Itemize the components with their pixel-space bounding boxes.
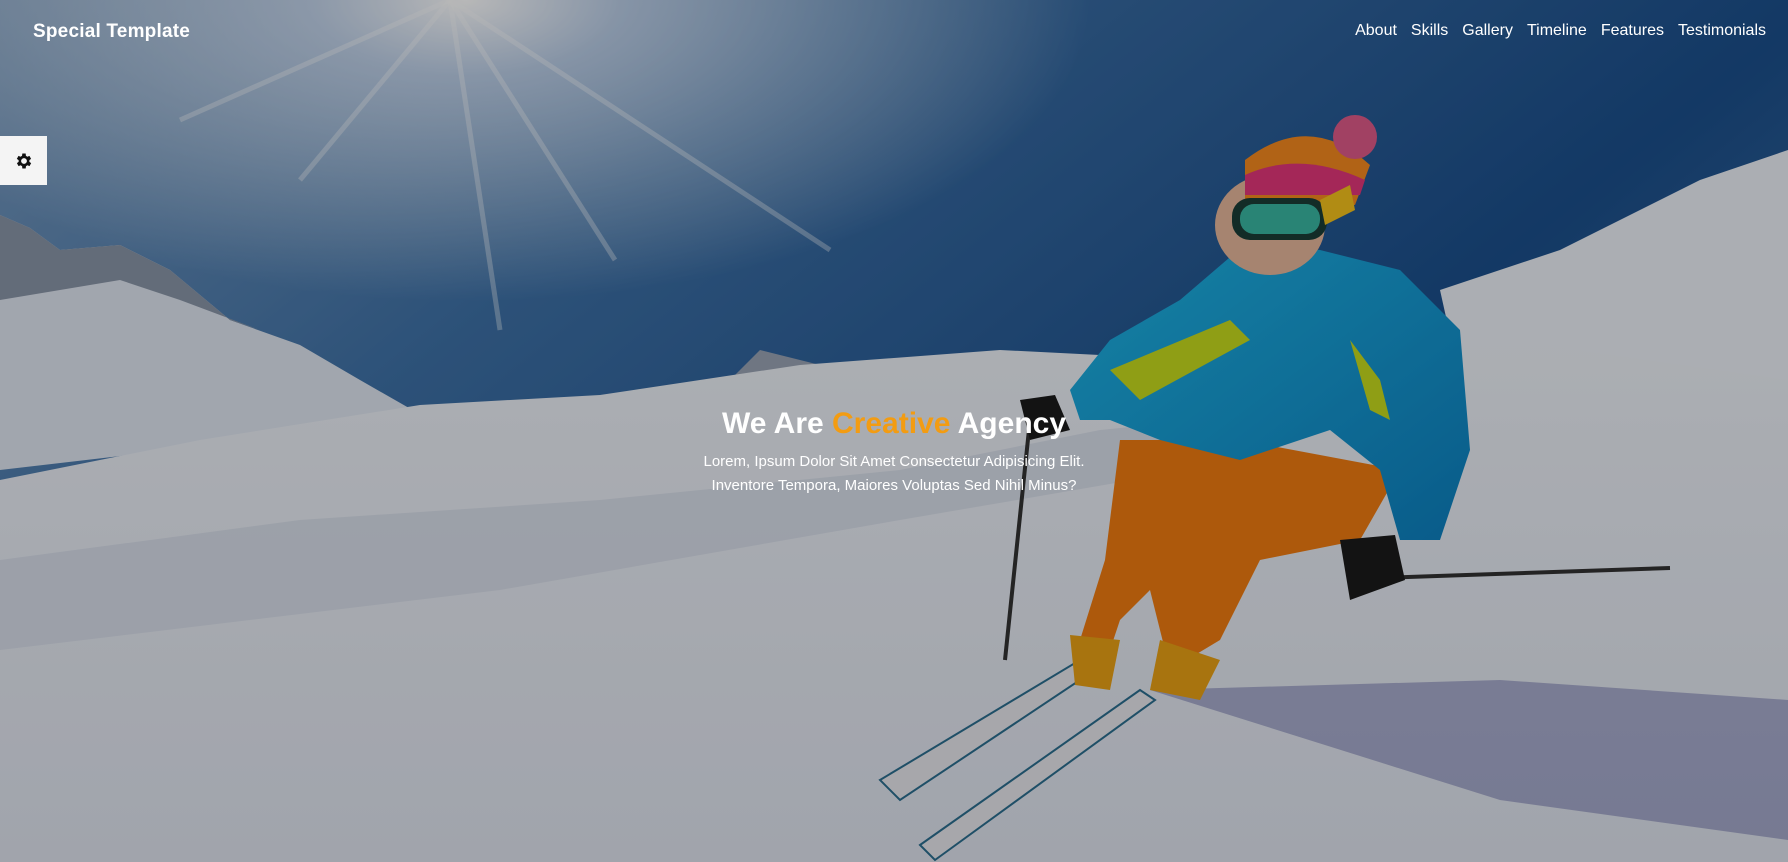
hero-title-accent: Creative — [832, 407, 951, 440]
hero-intro: We Are Creative Agency Lorem, Ipsum Dolo… — [594, 404, 1194, 498]
nav-item-testimonials[interactable]: Testimonials — [1678, 22, 1766, 40]
hero-title-after: Agency — [950, 407, 1067, 440]
nav-item-about[interactable]: About — [1355, 22, 1397, 40]
nav-item-gallery[interactable]: Gallery — [1462, 22, 1513, 40]
main-nav: About Skills Gallery Timeline Features T… — [1341, 22, 1766, 40]
hero-title: We Are Creative Agency — [594, 404, 1194, 444]
site-header: Special Template About Skills Gallery Ti… — [0, 0, 1788, 66]
gear-icon — [16, 153, 31, 168]
settings-toggle-button[interactable] — [0, 136, 47, 185]
hero-title-before: We Are — [721, 407, 833, 440]
nav-item-timeline[interactable]: Timeline — [1527, 22, 1587, 40]
site-logo[interactable]: Special Template — [33, 21, 190, 43]
hero-description: Lorem, Ipsum Dolor Sit Amet Consectetur … — [703, 453, 1085, 494]
nav-item-skills[interactable]: Skills — [1411, 22, 1448, 40]
nav-item-features[interactable]: Features — [1601, 22, 1664, 40]
